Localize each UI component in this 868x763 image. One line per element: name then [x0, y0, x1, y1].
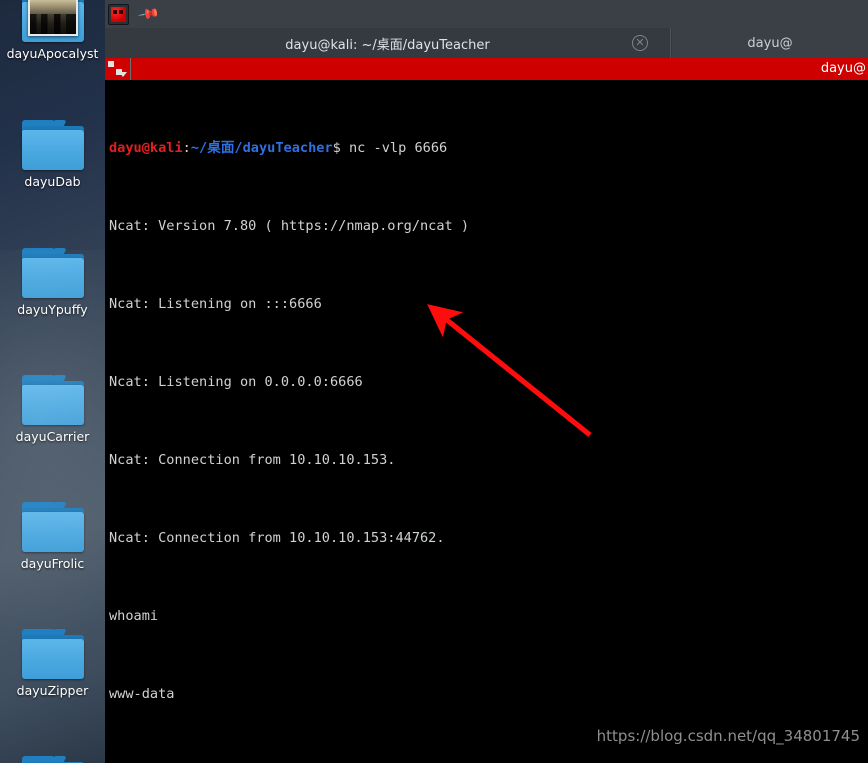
prompt-user-host: dayu@kali	[109, 140, 183, 156]
terminal-line: Ncat: Listening on :::6666	[109, 296, 322, 312]
desktop-icon-dayuApocalyst[interactable]: dayuApocalyst	[0, 0, 105, 61]
tab-bar: dayu@kali: ~/桌面/dayuTeacher ✕ dayu@	[105, 28, 868, 58]
terminal-line: Ncat: Connection from 10.10.10.153:44762…	[109, 530, 445, 546]
prompt-path: ~/桌面/dayuTeacher	[190, 140, 333, 156]
prompt-separator: :	[182, 140, 191, 156]
desktop-icon-dayuFrolic[interactable]: dayuFrolic	[0, 502, 105, 571]
desktop-icon-label: dayuZipper	[16, 683, 89, 698]
desktop-icon-label: dayuYpuffy	[17, 302, 88, 317]
desktop-icon-dayuYpuffy[interactable]: dayuYpuffy	[0, 248, 105, 317]
status-bar-text: dayu@	[820, 61, 866, 76]
folder-icon	[21, 120, 84, 170]
terminal-line: www-data	[109, 686, 175, 702]
terminal-lines: dayu@kali:~/桌面/dayuTeacher$ nc -vlp 6666…	[109, 83, 868, 763]
desktop-icon-dayuZipper[interactable]: dayuZipper	[0, 629, 105, 698]
tab-dayuTeacher[interactable]: dayu@kali: ~/桌面/dayuTeacher ✕	[105, 28, 671, 58]
desktop-icon-partial[interactable]	[0, 756, 105, 763]
desktop-icon-dayuCarrier[interactable]: dayuCarrier	[0, 375, 105, 444]
folder-icon	[21, 756, 84, 763]
tiles-dropdown-icon[interactable]	[107, 60, 127, 78]
desktop-icon-label: dayuDab	[24, 174, 81, 189]
tab-title: dayu@	[747, 35, 793, 51]
image-thumbnail-icon	[27, 0, 78, 36]
window-toolbar: 📌	[105, 0, 868, 28]
folder-icon	[21, 629, 84, 679]
terminal-prompt-line: dayu@kali:~/桌面/dayuTeacher$ nc -vlp 6666	[109, 135, 868, 161]
desktop-icon-label: dayuCarrier	[15, 429, 90, 444]
terminal-output[interactable]: dayu@kali:~/桌面/dayuTeacher$ nc -vlp 6666…	[105, 80, 868, 763]
status-bar: dayu@	[105, 58, 868, 80]
desktop-area: dayuApocalyst dayuDab dayuYpuffy dayuCar…	[0, 0, 105, 763]
terminal-line: Ncat: Connection from 10.10.10.153.	[109, 452, 396, 468]
close-icon[interactable]: ✕	[632, 35, 648, 51]
pin-icon[interactable]: 📌	[137, 3, 160, 26]
folder-icon	[21, 502, 84, 552]
terminal-line: Ncat: Listening on 0.0.0.0:6666	[109, 374, 363, 390]
screen: dayuApocalyst dayuDab dayuYpuffy dayuCar…	[0, 0, 868, 763]
folder-icon	[21, 248, 84, 298]
desktop-icon-label: dayuFrolic	[20, 556, 85, 571]
watermark: https://blog.csdn.net/qq_34801745	[596, 727, 860, 745]
prompt-sigil: $	[332, 140, 341, 156]
folder-icon	[21, 0, 84, 42]
desktop-icon-label: dayuApocalyst	[6, 46, 99, 61]
tab-title: dayu@kali: ~/桌面/dayuTeacher	[285, 37, 490, 53]
folder-icon	[21, 375, 84, 425]
terminal-line: whoami	[109, 608, 159, 624]
kali-terminal-icon[interactable]	[108, 4, 129, 25]
prompt-command: nc -vlp 6666	[340, 140, 448, 156]
desktop-icon-dayuDab[interactable]: dayuDab	[0, 120, 105, 189]
terminal-window: 📌 dayu@kali: ~/桌面/dayuTeacher ✕ dayu@ da…	[105, 0, 868, 763]
terminal-line: Ncat: Version 7.80 ( https://nmap.org/nc…	[109, 218, 470, 234]
tab-secondary[interactable]: dayu@	[672, 28, 868, 58]
terminal-line: id	[109, 759, 868, 763]
